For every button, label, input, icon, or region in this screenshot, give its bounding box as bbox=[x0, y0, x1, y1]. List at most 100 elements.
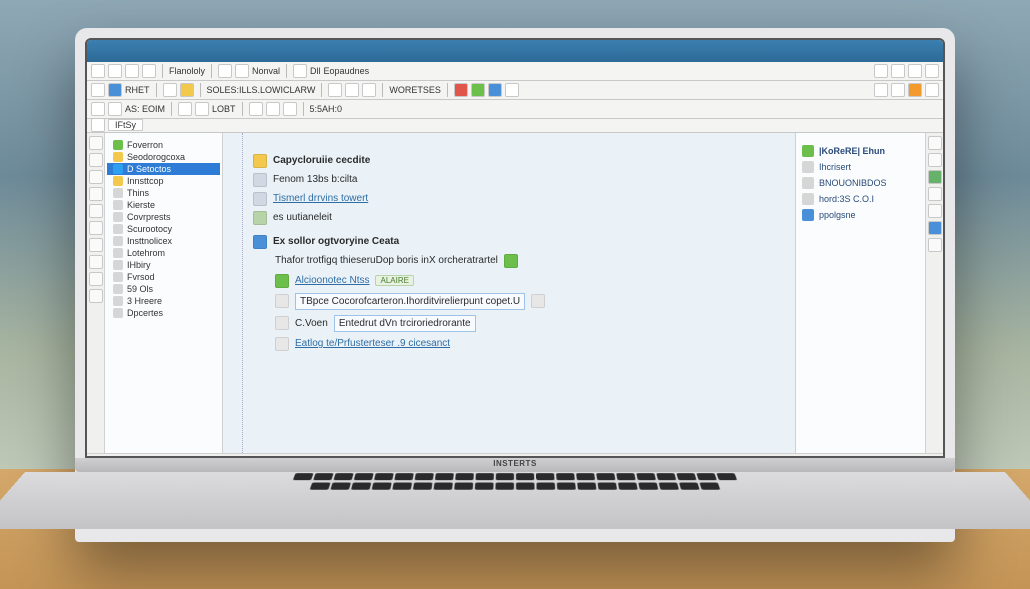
toolbar-icon[interactable] bbox=[91, 119, 105, 133]
side-panel: |KoReRE| Ehun Ihcrisert BNOUONIBDOS hord:3S… bbox=[795, 133, 925, 453]
menu-item[interactable]: Eopaudnes bbox=[324, 66, 370, 76]
toolbar-label: 5:5AH:0 bbox=[310, 104, 343, 114]
gutter-icon[interactable] bbox=[928, 170, 942, 184]
tree-item[interactable]: Dpcertes bbox=[107, 307, 220, 319]
gutter-icon[interactable] bbox=[89, 255, 103, 269]
tree-item[interactable]: Kierste bbox=[107, 199, 220, 211]
menu-item[interactable]: Flanololy bbox=[169, 66, 205, 76]
toolbar-icon[interactable] bbox=[142, 64, 156, 78]
toolbar-icon[interactable] bbox=[125, 64, 139, 78]
color-swatch-icon[interactable] bbox=[488, 83, 502, 97]
project-tree[interactable]: FoverronSeodorogcoxaD SetoctosInnsttcopT… bbox=[105, 133, 223, 453]
toolbar-icon[interactable] bbox=[328, 83, 342, 97]
toolbar-icon[interactable] bbox=[108, 83, 122, 97]
toolbar-icon[interactable] bbox=[249, 102, 263, 116]
tree-item[interactable]: Insttnolicex bbox=[107, 235, 220, 247]
toolbar-icon[interactable] bbox=[925, 64, 939, 78]
editor-line-link[interactable]: Alcioonotec Ntss bbox=[295, 275, 369, 286]
tab-strip[interactable]: IFtSy bbox=[87, 119, 943, 133]
gutter-icon[interactable] bbox=[89, 136, 103, 150]
tree-item[interactable]: Seodorogcoxa bbox=[107, 151, 220, 163]
bullet-icon bbox=[253, 154, 267, 168]
gutter-icon[interactable] bbox=[89, 272, 103, 286]
editor-line-link[interactable]: Eatlog te/Prfusterteser .9 cicesanct bbox=[295, 338, 450, 349]
toolbar-icon[interactable] bbox=[362, 83, 376, 97]
color-swatch-icon[interactable] bbox=[454, 83, 468, 97]
toolbar-secondary[interactable]: AS: EOIM LOBT 5:5AH:0 bbox=[87, 100, 943, 119]
menu-bar[interactable]: Flanololy Nonval Dll Eopaudnes bbox=[87, 62, 943, 81]
tree-item-label: Thins bbox=[127, 188, 149, 198]
tree-item[interactable]: Fvrsod bbox=[107, 271, 220, 283]
input-box[interactable]: Entedrut dVn trciroriedrorante bbox=[334, 315, 476, 332]
window-max-icon[interactable] bbox=[891, 64, 905, 78]
toolbar-icon[interactable] bbox=[345, 83, 359, 97]
toolbar-icon[interactable] bbox=[283, 102, 297, 116]
menu-item[interactable]: Nonval bbox=[252, 66, 280, 76]
toolbar-icon[interactable] bbox=[293, 64, 307, 78]
sidepanel-item[interactable]: |KoReRE| Ehun bbox=[802, 145, 919, 157]
toolbar-icon[interactable] bbox=[908, 83, 922, 97]
gutter-icon[interactable] bbox=[928, 238, 942, 252]
sidepanel-item[interactable]: Ihcrisert bbox=[802, 161, 919, 173]
tree-item[interactable]: 59 Ols bbox=[107, 283, 220, 295]
toolbar-icon[interactable] bbox=[91, 102, 105, 116]
toolbar-icon[interactable] bbox=[218, 64, 232, 78]
toolbar-icon[interactable] bbox=[235, 64, 249, 78]
tree-item[interactable]: Innsttcop bbox=[107, 175, 220, 187]
tree-item[interactable]: Scurootocy bbox=[107, 223, 220, 235]
gutter-icon[interactable] bbox=[928, 153, 942, 167]
toolbar-icon[interactable] bbox=[874, 83, 888, 97]
window-close-icon[interactable] bbox=[908, 64, 922, 78]
toolbar-icon[interactable] bbox=[925, 83, 939, 97]
gutter-icon[interactable] bbox=[928, 136, 942, 150]
bullet-icon bbox=[253, 235, 267, 249]
toolbar-label: RHET bbox=[125, 85, 150, 95]
menu-item[interactable]: Dll bbox=[310, 66, 321, 76]
gutter-icon[interactable] bbox=[89, 170, 103, 184]
toolbar-icon[interactable] bbox=[108, 102, 122, 116]
color-swatch-icon[interactable] bbox=[471, 83, 485, 97]
tree-item[interactable]: IHbiry bbox=[107, 259, 220, 271]
tree-item[interactable]: Thins bbox=[107, 187, 220, 199]
editor-pane[interactable]: Capycloruiie cecdite Fenom 13bs b:cilta … bbox=[223, 133, 795, 453]
editor-line: Thafor trotfigq thieseruDop boris inX or… bbox=[275, 255, 498, 266]
input-box[interactable]: TBpce Cocorofcarteron.Ihorditvirelierpun… bbox=[295, 293, 525, 310]
sidepanel-item[interactable]: BNOUONIBDOS bbox=[802, 177, 919, 189]
gutter-icon[interactable] bbox=[89, 187, 103, 201]
editor-tab[interactable]: IFtSy bbox=[108, 119, 143, 131]
tree-item[interactable]: Covrprests bbox=[107, 211, 220, 223]
toolbar-icon[interactable] bbox=[108, 64, 122, 78]
gutter-icon[interactable] bbox=[89, 289, 103, 303]
gutter-icon[interactable] bbox=[89, 204, 103, 218]
toolbar-icon[interactable] bbox=[91, 83, 105, 97]
sidepanel-item[interactable]: ppolgsne bbox=[802, 209, 919, 221]
gutter-icon[interactable] bbox=[928, 221, 942, 235]
tree-item[interactable]: 3 Hreere bbox=[107, 295, 220, 307]
window-min-icon[interactable] bbox=[874, 64, 888, 78]
sidepanel-icon bbox=[802, 193, 814, 205]
gutter-icon[interactable] bbox=[89, 238, 103, 252]
toolbar-icon[interactable] bbox=[505, 83, 519, 97]
folder-icon bbox=[113, 272, 123, 282]
tree-item[interactable]: D Setoctos bbox=[107, 163, 220, 175]
toolbar-icon[interactable] bbox=[891, 83, 905, 97]
sidepanel-icon bbox=[802, 177, 814, 189]
toolbar-icon[interactable] bbox=[195, 102, 209, 116]
folder-icon bbox=[113, 308, 123, 318]
toolbar-icon[interactable] bbox=[178, 102, 192, 116]
folder-icon bbox=[113, 140, 123, 150]
toolbar-formatting[interactable]: RHET SOLES:ILLS.LOWICLARW WORETSES bbox=[87, 81, 943, 100]
gutter-icon[interactable] bbox=[89, 153, 103, 167]
tree-item[interactable]: Foverron bbox=[107, 139, 220, 151]
gutter-icon[interactable] bbox=[89, 221, 103, 235]
tree-item[interactable]: Lotehrom bbox=[107, 247, 220, 259]
toolbar-icon[interactable] bbox=[163, 83, 177, 97]
pencil-icon[interactable] bbox=[180, 83, 194, 97]
toolbar-icon[interactable] bbox=[266, 102, 280, 116]
editor-line: es uutianeleit bbox=[273, 212, 332, 223]
gutter-icon[interactable] bbox=[928, 187, 942, 201]
editor-line-link[interactable]: Tismerl drrvins towert bbox=[273, 193, 368, 204]
sidepanel-item[interactable]: hord:3S C.O.I bbox=[802, 193, 919, 205]
toolbar-icon[interactable] bbox=[91, 64, 105, 78]
gutter-icon[interactable] bbox=[928, 204, 942, 218]
